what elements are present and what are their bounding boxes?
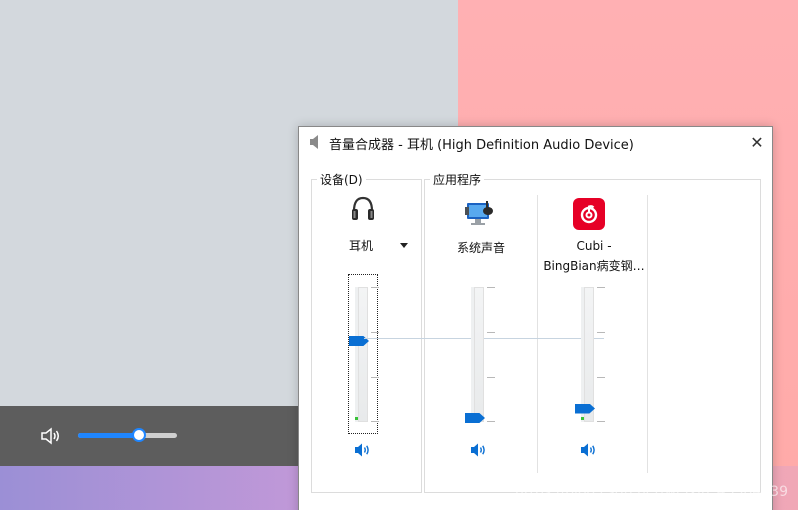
window-title: 音量合成器 - 耳机 (High Definition Audio Device… <box>329 138 634 153</box>
music-app-label-line2: BingBian病变钢… <box>543 259 645 273</box>
slider-tick <box>487 377 495 378</box>
slider-tick <box>487 287 495 288</box>
peak-indicator <box>581 417 584 420</box>
taskbar-volume-slider[interactable] <box>78 428 177 442</box>
speaker-icon <box>310 135 318 149</box>
watermark-text: https://blog.csdn.net/weixin_43384239 <box>514 484 788 500</box>
system-sounds-label: 系统声音 <box>456 241 505 255</box>
taskbar-volume-fill <box>78 433 140 438</box>
music-app-label-line1: Cubi - <box>576 239 612 253</box>
device-mute-speaker-icon[interactable] <box>354 442 372 458</box>
slider-rail <box>474 287 484 422</box>
slider-rail <box>358 287 368 422</box>
device-dropdown-icon[interactable] <box>400 243 408 248</box>
device-volume-slider[interactable] <box>349 287 379 427</box>
slider-tick <box>371 287 379 288</box>
netease-logo-mark <box>580 205 598 224</box>
headphones-icon <box>352 196 374 220</box>
music-app-mute-speaker-icon[interactable] <box>580 442 598 458</box>
device-group-label: 设备(D) <box>317 171 366 188</box>
system-sounds-mute-speaker-icon[interactable] <box>470 442 488 458</box>
slider-tick <box>597 421 605 422</box>
slider-tick <box>597 377 605 378</box>
slider-tick <box>487 421 495 422</box>
device-name-label: 耳机 <box>348 239 373 253</box>
system-sounds-volume-slider[interactable] <box>465 287 495 427</box>
channel-divider <box>647 195 648 473</box>
slider-tick <box>371 421 379 422</box>
channel-divider <box>537 195 538 473</box>
speaker-icon[interactable] <box>40 426 62 446</box>
slider-tick <box>597 332 605 333</box>
slider-tick <box>371 377 379 378</box>
music-app-volume-slider[interactable] <box>575 287 605 427</box>
slider-tick <box>371 332 379 333</box>
title-bar[interactable]: 音量合成器 - 耳机 (High Definition Audio Device… <box>299 127 772 157</box>
slider-rail <box>584 287 594 422</box>
volume-mixer-window: 音量合成器 - 耳机 (High Definition Audio Device… <box>298 126 773 510</box>
system-sounds-icon <box>465 201 493 225</box>
close-button[interactable]: ✕ <box>742 127 772 157</box>
slider-tick <box>597 287 605 288</box>
slider-tick <box>487 332 495 333</box>
peak-indicator <box>355 417 358 420</box>
applications-group-label: 应用程序 <box>430 171 485 188</box>
netease-music-icon <box>573 198 605 230</box>
close-icon: ✕ <box>750 132 764 152</box>
